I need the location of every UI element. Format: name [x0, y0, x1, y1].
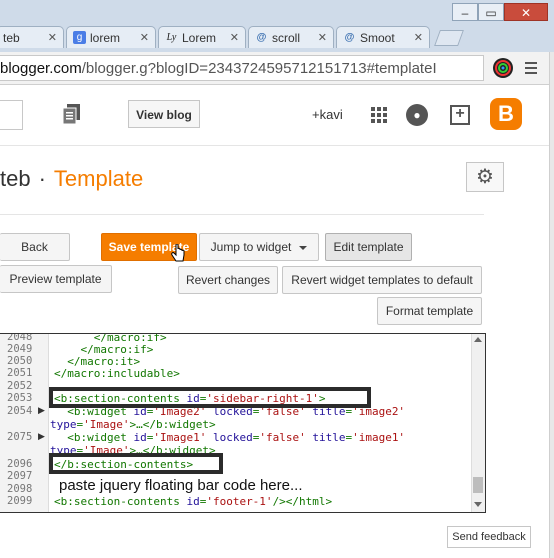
line-number: 2052 [7, 380, 33, 392]
posts-icon[interactable] [62, 103, 82, 125]
window-scrollbar[interactable] [549, 52, 554, 558]
extension-icon[interactable] [492, 57, 514, 79]
stack-icon: @ [344, 32, 355, 43]
section-title: Template [53, 166, 144, 191]
line-number: 2049 [7, 343, 33, 355]
search-input[interactable] [0, 100, 23, 130]
fold-arrow-icon[interactable]: ▶ [38, 431, 45, 442]
fold-arrow-icon[interactable]: ▶ [38, 405, 45, 416]
line-number: 2099 [7, 495, 33, 507]
highlight-box [49, 387, 371, 408]
close-tab-icon[interactable]: ✕ [318, 31, 327, 44]
close-tab-icon[interactable]: ✕ [230, 31, 239, 44]
browser-title-bar: teb ✕ g lorem ✕ Ly Lorem ✕ @ scroll ✕ @ … [0, 0, 554, 53]
scrollbar-thumb[interactable] [473, 477, 483, 493]
code-line: <b:widget id='Image1' locked='false' tit… [54, 431, 406, 444]
line-number: 2054 [7, 405, 33, 417]
page-title: teb · Template [0, 166, 143, 192]
line-number: 2048 [7, 333, 33, 343]
settings-gear-icon[interactable]: ⚙ [466, 162, 504, 192]
preview-template-button[interactable]: Preview template [0, 265, 112, 293]
annotation-text: paste jquery floating bar code here... [59, 477, 303, 494]
tab-label: scroll [272, 30, 301, 45]
browser-tab[interactable]: @ scroll ✕ [248, 26, 334, 48]
browser-tab[interactable]: @ Smoot ✕ [336, 26, 430, 48]
lorem-ipsum-icon: Ly [166, 32, 177, 43]
line-number: 2051 [7, 367, 33, 379]
tab-label: teb [3, 30, 20, 45]
maximize-button[interactable]: ▭ [478, 3, 504, 21]
tab-label: lorem [90, 30, 121, 45]
line-number: 2053 [7, 392, 33, 404]
revert-widget-templates-button[interactable]: Revert widget templates to default [282, 266, 482, 294]
hand-cursor-icon [171, 244, 185, 262]
tab-label: Lorem [182, 30, 217, 45]
jump-to-widget-dropdown[interactable]: Jump to widget [199, 233, 319, 261]
url-field[interactable]: blogger.com/blogger.g?blogID=23437245957… [0, 55, 484, 81]
divider [0, 214, 484, 215]
url-path: /blogger.g?blogID=2343724595712151713#te… [81, 60, 437, 77]
close-window-button[interactable]: ✕ [504, 3, 548, 21]
format-template-button[interactable]: Format template [377, 297, 482, 325]
revert-changes-button[interactable]: Revert changes [178, 266, 278, 294]
line-number: 2097 [7, 470, 33, 482]
browser-tab[interactable]: g lorem ✕ [66, 26, 156, 48]
send-feedback-button[interactable]: Send feedback [447, 526, 531, 548]
blogger-logo-icon[interactable]: B [490, 98, 522, 130]
code-editor[interactable]: 2048 2049 2050 2051 2052 2053 2054 ▶ 207… [0, 333, 486, 513]
code-line: type='Image'>…</b:widget> [50, 418, 216, 431]
blogger-header: View blog +kavi ● + B [0, 85, 554, 146]
new-tab-button[interactable] [434, 30, 464, 46]
view-blog-button[interactable]: View blog [128, 100, 200, 128]
code-line: <b:section-contents id='footer-1'/></htm… [54, 495, 333, 508]
close-tab-icon[interactable]: ✕ [140, 31, 149, 44]
close-tab-icon[interactable]: ✕ [414, 31, 423, 44]
menu-icon[interactable] [523, 60, 539, 76]
address-bar: blogger.com/blogger.g?blogID=23437245957… [0, 52, 554, 85]
stack-icon: @ [256, 32, 267, 43]
apps-grid-icon[interactable] [371, 107, 387, 123]
code-line: </macro:includable> [54, 367, 180, 380]
back-button[interactable]: Back [0, 233, 70, 261]
notifications-bell-icon[interactable]: ● [406, 104, 428, 126]
line-number: 2098 [7, 483, 33, 495]
jump-to-widget-label: Jump to widget [210, 240, 292, 254]
title-separator: · [38, 166, 46, 191]
user-link[interactable]: +kavi [312, 107, 343, 122]
chevron-down-icon [299, 245, 308, 250]
url-host: blogger.com [0, 60, 82, 77]
browser-tab[interactable]: teb ✕ [0, 26, 64, 48]
line-number: 2075 [7, 431, 33, 443]
close-tab-icon[interactable]: ✕ [48, 31, 57, 44]
tab-label: Smoot [360, 30, 395, 45]
highlight-box [49, 453, 223, 474]
share-plus-icon[interactable]: + [450, 105, 470, 125]
scroll-down-icon[interactable] [474, 502, 482, 507]
line-number: 2096 [7, 458, 33, 470]
browser-tab[interactable]: Ly Lorem ✕ [158, 26, 246, 48]
edit-template-button[interactable]: Edit template [325, 233, 412, 261]
minimize-button[interactable]: – [452, 3, 478, 21]
google-icon: g [73, 31, 86, 44]
line-number: 2050 [7, 355, 33, 367]
scroll-up-icon[interactable] [474, 337, 482, 342]
blog-name[interactable]: teb [0, 166, 31, 191]
